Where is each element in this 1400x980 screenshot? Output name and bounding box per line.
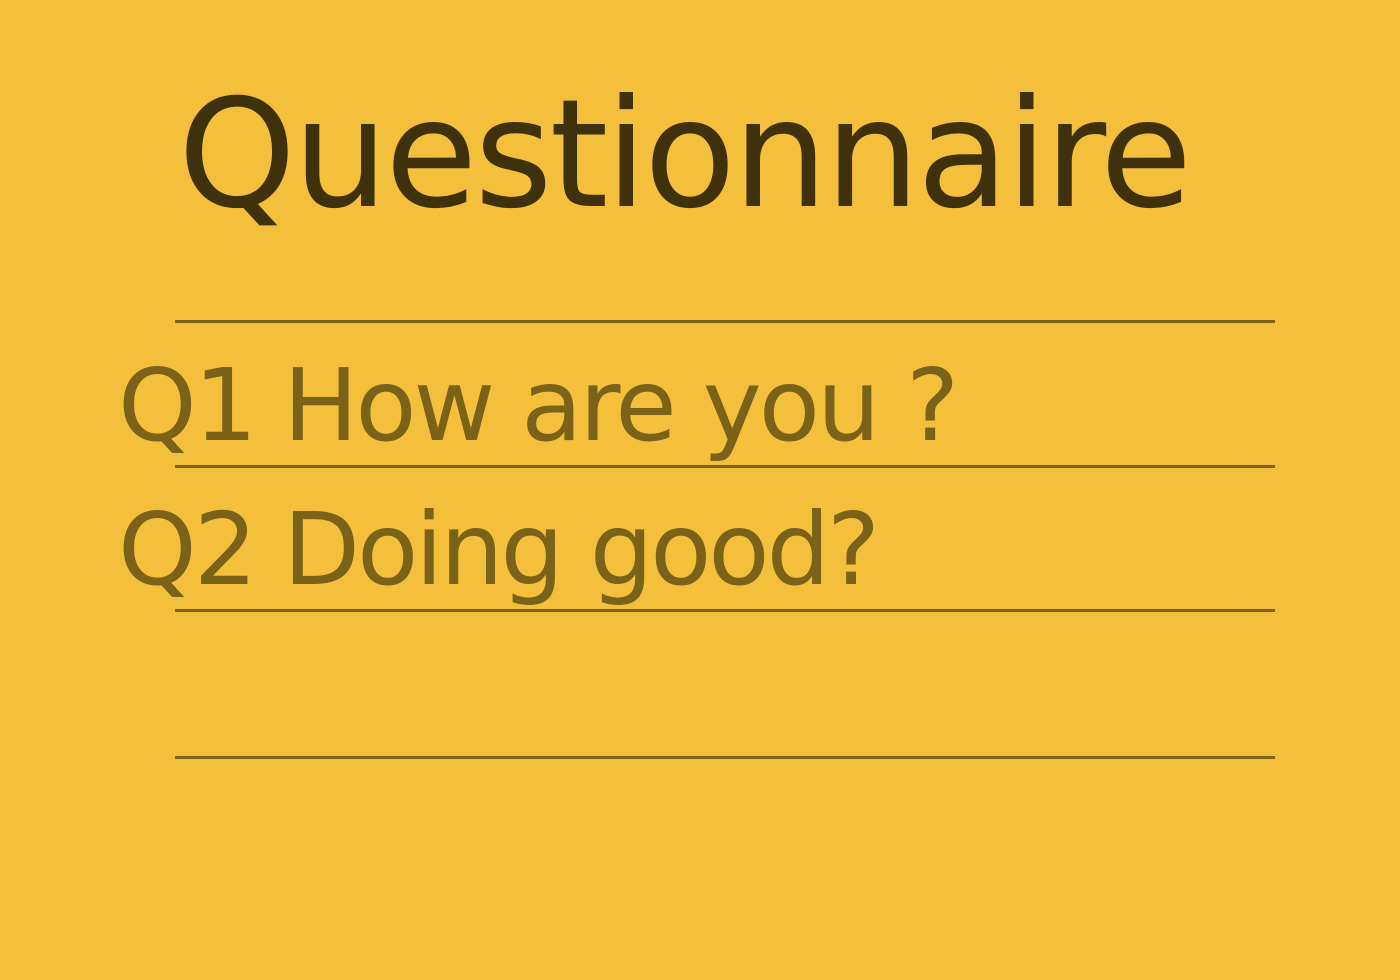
question-line-1[interactable]: Q1 How are you ?	[118, 346, 959, 466]
ruled-line	[175, 465, 1275, 468]
note-title[interactable]: Questionnaire	[178, 60, 1192, 250]
ruled-line	[175, 756, 1275, 759]
ruled-line	[175, 320, 1275, 323]
ruled-line	[175, 609, 1275, 612]
question-line-2[interactable]: Q2 Doing good?	[118, 490, 880, 610]
